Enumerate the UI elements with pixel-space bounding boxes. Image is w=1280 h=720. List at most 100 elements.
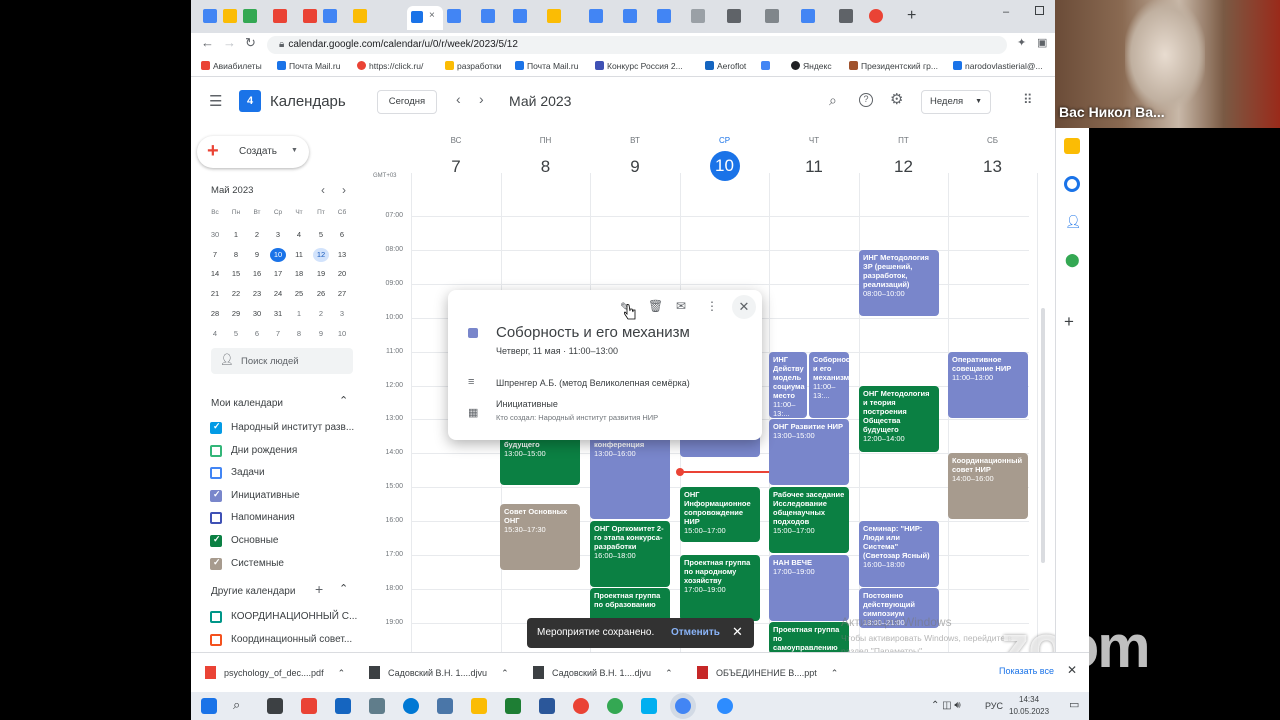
calendar-checkbox[interactable]: ✓ (210, 534, 222, 547)
calendar-event[interactable]: ОНГ Оргкомитет 2-го этапа конкурса-разра… (590, 521, 670, 587)
download-item[interactable]: Садовский В.Н. 1....djvu ⌃ (533, 666, 673, 679)
chevron-up-icon[interactable]: ⌃ (339, 582, 348, 595)
forward-icon[interactable]: → (223, 35, 236, 50)
calendar-list-item[interactable]: ✓ Инициативные (191, 489, 361, 509)
minimize-icon[interactable]: – (1003, 6, 1009, 18)
mini-calendar-day[interactable]: 2 (247, 228, 267, 242)
tab-icon[interactable] (869, 9, 883, 23)
mail-icon[interactable] (335, 698, 351, 714)
calendar-event[interactable]: Совет Основных ОНГ 15:30–17:30 (500, 504, 580, 570)
tab-icon[interactable] (323, 9, 337, 23)
clock-date[interactable]: 10.05.2023 (1009, 707, 1049, 716)
mini-prev-icon[interactable]: ‹ (321, 183, 325, 197)
tray-icons[interactable]: ⌃ ◫ 🔊︎ (931, 700, 961, 711)
mini-calendar-day[interactable]: 17 (268, 267, 288, 281)
bookmark[interactable] (761, 61, 773, 71)
extensions-icon[interactable]: ✦ (1017, 36, 1026, 49)
mini-calendar-day[interactable]: 28 (205, 307, 225, 321)
show-all-downloads[interactable]: Показать все (999, 666, 1054, 676)
notifications-icon[interactable]: ▭ (1069, 698, 1079, 711)
calendar-list-item[interactable]: Дни рождения (191, 444, 361, 464)
mini-calendar-day[interactable]: 2 (311, 307, 331, 321)
calendar-checkbox[interactable] (210, 633, 222, 646)
tab-icon[interactable] (203, 9, 217, 23)
mini-calendar-day[interactable]: 30 (205, 228, 225, 242)
bookmark[interactable]: Президентский гр... (849, 61, 938, 71)
apps-grid-icon[interactable]: ⠿ (1023, 92, 1032, 108)
download-item[interactable]: psychology_of_dec....pdf ⌃ (205, 666, 345, 679)
mini-calendar-day[interactable]: 9 (247, 248, 267, 262)
calendar-event[interactable]: НАН ВЕЧЕ 17:00–19:00 (769, 555, 849, 621)
mini-calendar-day[interactable]: 1 (289, 307, 309, 321)
task-view-icon[interactable] (267, 698, 283, 714)
bookmark[interactable]: Aeroflot (705, 61, 746, 71)
bookmark[interactable]: https://click.ru/ (357, 61, 423, 71)
mini-calendar-day[interactable]: 5 (226, 327, 246, 341)
mini-calendar-day[interactable]: 11 (289, 248, 309, 262)
tab-icon[interactable] (547, 9, 561, 23)
close-icon[interactable]: ✕ (732, 295, 756, 319)
day-number[interactable]: 9 (615, 152, 655, 182)
chevron-up-icon[interactable]: ⌃ (501, 668, 509, 678)
new-tab-icon[interactable]: + (907, 7, 916, 25)
more-options-icon[interactable]: ⋮ (706, 299, 718, 313)
calendar-event[interactable]: Проектная группа по народному хозяйству 1… (680, 555, 760, 621)
email-icon[interactable]: ✉ (676, 299, 686, 313)
skype-icon[interactable] (641, 698, 657, 714)
mini-calendar-day[interactable]: 14 (205, 267, 225, 281)
tab-icon[interactable] (657, 9, 671, 23)
profile-icon[interactable]: ▣ (1037, 36, 1047, 49)
keep-icon[interactable] (1064, 138, 1080, 154)
calendar-list-item[interactable]: КООРДИНАЦИОННЫЙ С... (191, 610, 361, 630)
view-selector[interactable]: Неделя ▼ (921, 90, 991, 114)
excel-icon[interactable] (505, 698, 521, 714)
tab-icon[interactable] (481, 9, 495, 23)
bookmark[interactable]: Почта Mail.ru (515, 61, 578, 71)
search-icon[interactable]: ⌕ (233, 697, 249, 713)
mini-calendar-day[interactable]: 13 (332, 248, 352, 262)
calendar-list-item[interactable]: ✓ Народный институт разв... (191, 421, 361, 441)
mini-calendar-day[interactable]: 4 (205, 327, 225, 341)
bookmark[interactable]: Почта Mail.ru (277, 61, 340, 71)
zoom-app-icon[interactable] (717, 698, 733, 714)
mini-calendar-day[interactable]: 12 (313, 247, 329, 262)
tab-icon[interactable] (839, 9, 853, 23)
calendar-checkbox[interactable]: ✓ (210, 489, 222, 502)
back-icon[interactable]: ← (201, 35, 214, 50)
day-number[interactable]: 11 (794, 152, 834, 182)
tab-active[interactable]: × (407, 6, 443, 30)
calendar-event[interactable]: Рабочее заседание Исследование общенаучн… (769, 487, 849, 553)
calendar-list-item[interactable]: ✓ Системные (191, 557, 361, 577)
mini-calendar-day[interactable]: 7 (205, 248, 225, 262)
main-menu-icon[interactable]: ☰ (209, 92, 222, 110)
calendar-event[interactable]: ИНГ Методология ЗР (решений, разработок,… (859, 250, 939, 316)
mini-calendar-day[interactable]: 24 (268, 287, 288, 301)
calendar-checkbox[interactable] (210, 467, 222, 480)
day-number[interactable]: 13 (973, 152, 1013, 182)
calendar-event[interactable]: ОНГ Методология и теория построения Обще… (859, 386, 939, 452)
calendar-event[interactable]: Координационный совет НИР 14:00–16:00 (948, 453, 1028, 519)
mini-calendar-day[interactable]: 8 (226, 248, 246, 262)
mini-calendar-day[interactable]: 27 (332, 287, 352, 301)
tab-icon[interactable] (513, 9, 527, 23)
mini-calendar-day[interactable]: 31 (268, 307, 288, 321)
download-item[interactable]: ОБЪЕДИНЕНИЕ В....ppt ⌃ (697, 666, 838, 679)
mini-calendar-day[interactable]: 4 (289, 228, 309, 242)
calendar-event[interactable]: Семинар: "НИР: Люди или Система" (Светоз… (859, 521, 939, 587)
bookmark[interactable]: Яндекс (791, 61, 832, 71)
bookmark[interactable]: разработки (445, 61, 501, 71)
delete-icon[interactable]: 🗑︎ (648, 299, 663, 313)
mini-calendar-day[interactable]: 21 (205, 287, 225, 301)
calendar-checkbox[interactable]: ✓ (210, 557, 222, 570)
mini-calendar-day[interactable]: 20 (332, 267, 352, 281)
word-icon[interactable] (539, 698, 555, 714)
next-week-icon[interactable]: › (479, 91, 484, 107)
contacts-icon[interactable]: 👤︎ (1065, 214, 1082, 230)
mini-calendar-day[interactable]: 8 (289, 327, 309, 341)
yandex-icon[interactable] (301, 698, 317, 714)
day-number[interactable]: 12 (884, 152, 924, 182)
my-calendars-title[interactable]: Мои календари (211, 398, 283, 409)
mini-calendar-day[interactable]: 16 (247, 267, 267, 281)
mini-calendar-day[interactable]: 29 (226, 307, 246, 321)
download-item[interactable]: Садовский В.Н. 1....djvu ⌃ (369, 666, 509, 679)
